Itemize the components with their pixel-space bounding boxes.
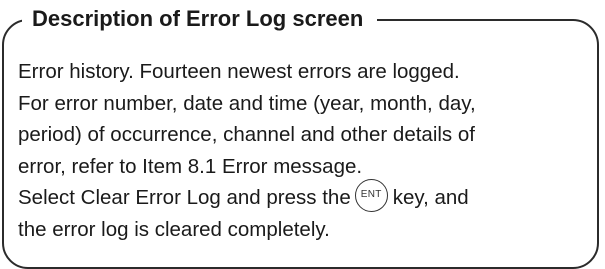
description-line-1: Error history. Fourteen newest errors ar… (18, 60, 460, 83)
description-body: Error history. Fourteen newest errors ar… (18, 56, 598, 245)
description-line-6: the error log is cleared completely. (18, 217, 330, 241)
line-5-text-after-key: key, and (392, 186, 469, 209)
line-5-text-before-key: Select Clear Error Log and press the (18, 186, 351, 209)
enter-key-icon: ENT (354, 179, 388, 213)
section-title: Description of Error Log screen (22, 4, 378, 34)
description-line-4: error, refer to Item 8.1 Error message. (18, 154, 363, 178)
description-line-5: Select Clear Error Log and press the ENT k… (18, 179, 598, 214)
description-line-2: For error number, date and time (year, m… (18, 91, 476, 115)
description-line-3: period) of occurrence, channel and other… (18, 123, 475, 146)
